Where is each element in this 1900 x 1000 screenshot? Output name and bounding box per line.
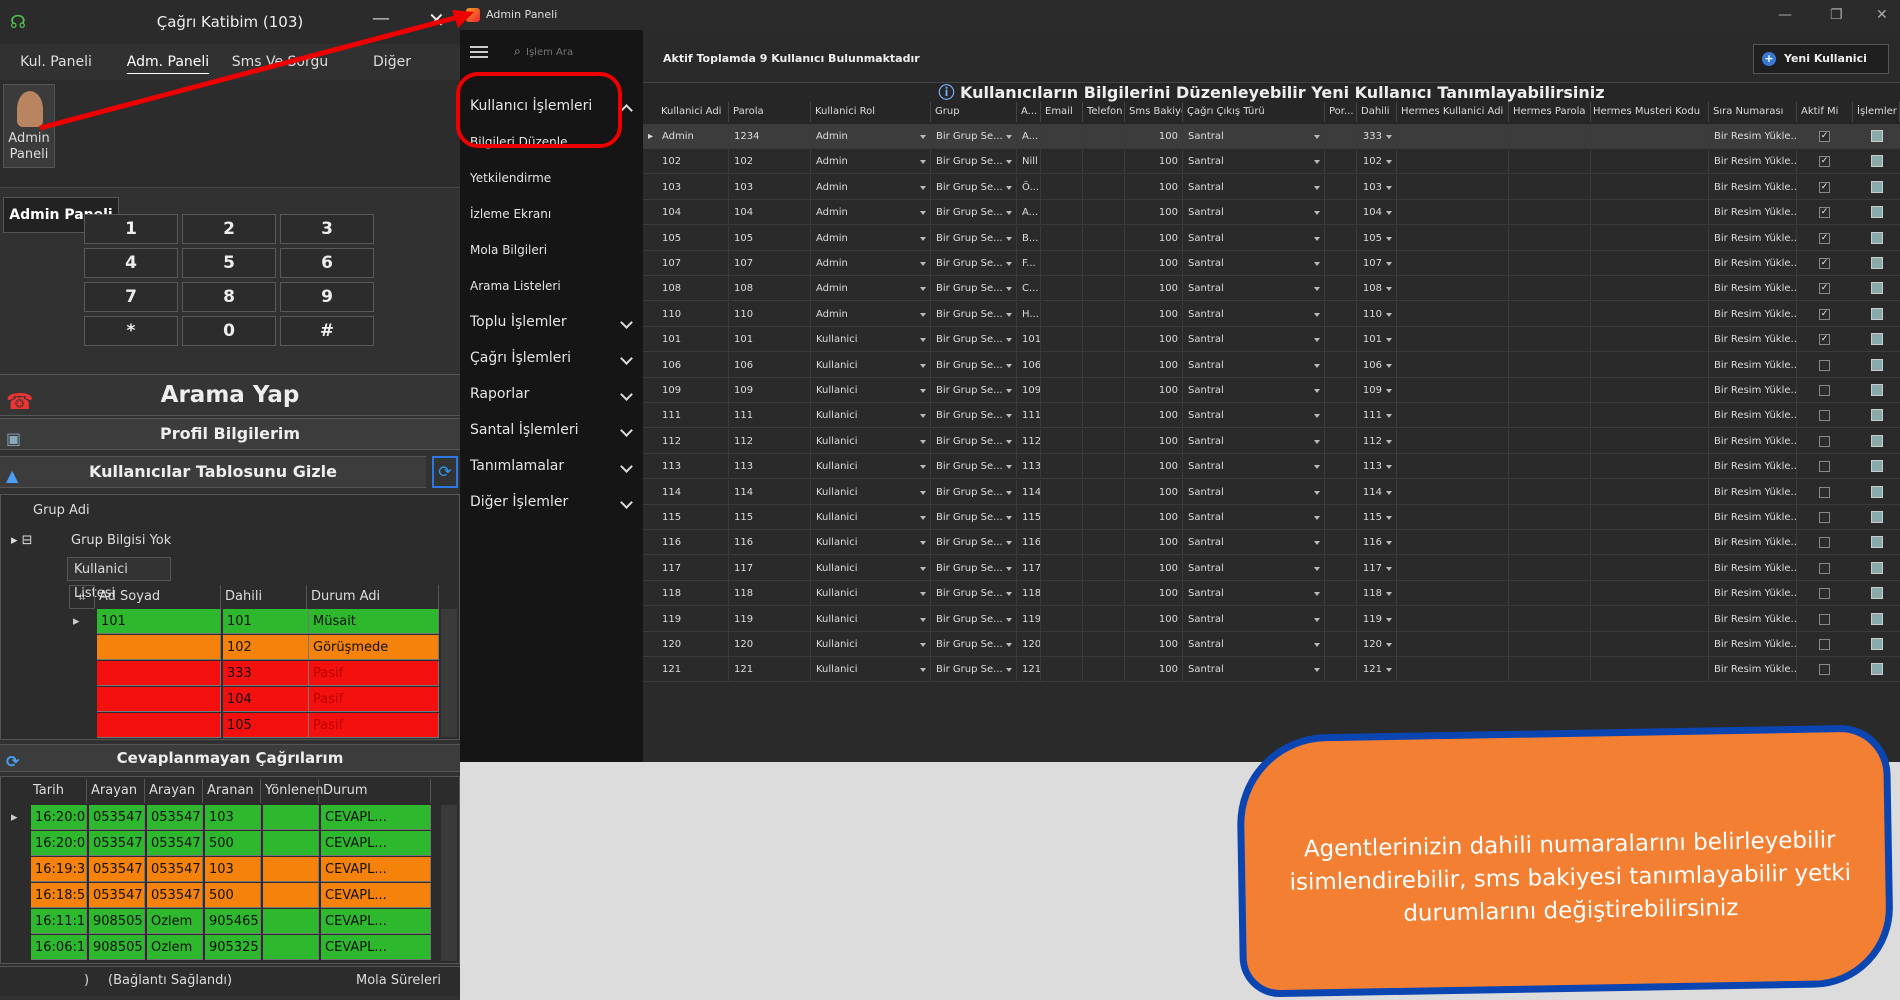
info-callout: Agentlerinizin dahili numaralarını belir…: [1235, 724, 1895, 998]
